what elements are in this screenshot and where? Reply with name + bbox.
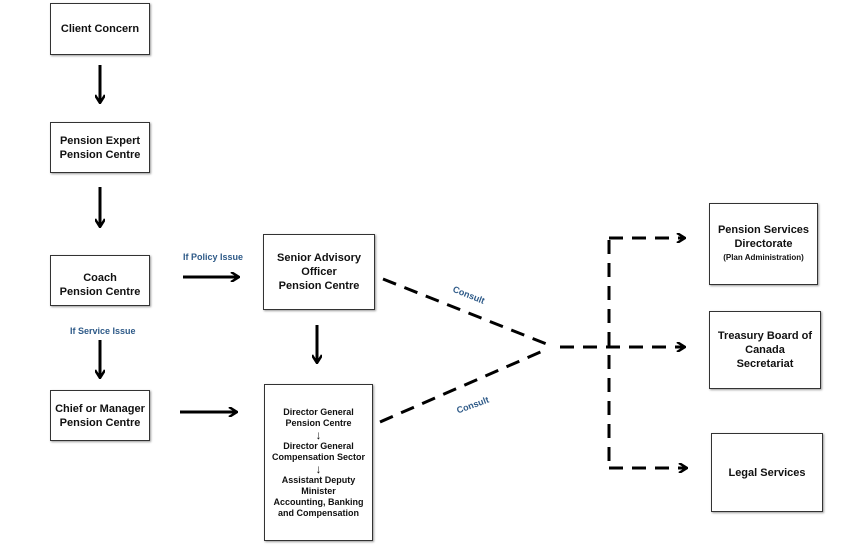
node-text: Chief or Manager [55, 402, 145, 415]
node-legal-services: Legal Services [711, 433, 823, 512]
node-text: Pension Expert [59, 134, 141, 147]
node-senior-advisory: Senior Advisory Officer Pension Centre [263, 234, 375, 310]
node-text: Pension Centre [278, 280, 360, 292]
arrow-down-icon: ↓ [315, 427, 322, 442]
node-pension-expert: Pension Expert Pension Centre [50, 122, 150, 173]
node-text: Client Concern [60, 23, 140, 35]
node-text: Senior Advisory [277, 252, 361, 264]
node-pension-services: Pension Services Directorate (Plan Admin… [709, 203, 818, 285]
node-text: Pension Centre [59, 148, 141, 161]
node-text: Assistant Deputy [281, 474, 356, 485]
node-text: Treasury Board of [717, 330, 813, 342]
node-text: Pension Centre [59, 285, 141, 298]
node-text: Minister [301, 485, 336, 496]
label-if-service-issue: If Service Issue [70, 326, 136, 336]
node-text: Officer [301, 266, 337, 278]
node-text: Pension Services [717, 224, 810, 236]
node-chief: Chief or Manager Pension Centre [50, 390, 150, 441]
node-text: Secretariat [736, 358, 794, 370]
node-text: (Plan Administration) [723, 253, 804, 262]
node-text: Compensation Sector [271, 451, 365, 462]
node-client-concern: Client Concern [50, 3, 150, 55]
label-if-policy-issue: If Policy Issue [183, 252, 244, 262]
node-text: Canada [745, 344, 785, 356]
node-director-stack: Director General Pension Centre ↓ Direct… [264, 384, 373, 541]
node-text: Pension Centre [59, 416, 141, 429]
node-text: Coach [83, 271, 117, 284]
node-text: Directorate [734, 238, 793, 250]
node-text: Director General [283, 440, 354, 451]
node-text: Pension Centre [285, 417, 352, 428]
arrow-down-icon: ↓ [315, 461, 322, 476]
node-coach: Coach Pension Centre [50, 255, 150, 306]
node-text: Legal Services [728, 466, 806, 479]
node-text: and Compensation [277, 507, 359, 518]
node-text: Director General [283, 406, 354, 417]
node-text: Accounting, Banking [273, 496, 364, 507]
node-treasury-board: Treasury Board of Canada Secretariat [709, 311, 821, 389]
